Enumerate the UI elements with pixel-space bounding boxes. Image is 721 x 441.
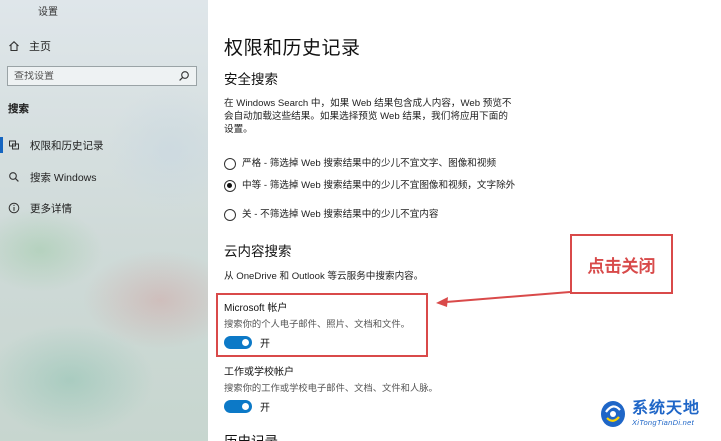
home-nav-item[interactable]: 主页 [8,38,51,54]
app-title: 设置 [38,7,58,18]
option-label: 严格 - 筛选掉 Web 搜索结果中的少儿不宜文字、图像和视频 [242,158,497,169]
microsoft-account-toggle[interactable] [224,336,252,349]
toggle-state-label: 开 [260,403,270,414]
cloud-search-heading: 云内容搜索 [224,244,292,259]
sidebar: 设置 主页 搜索 权限和历史记录 搜索 Windows [0,0,208,441]
watermark-logo-icon [601,401,625,427]
microsoft-account-subtitle: 搜索你的个人电子邮件、照片、文档和文件。 [224,319,410,329]
sidebar-item-permissions-history[interactable]: 权限和历史记录 [0,135,104,155]
settings-search-input[interactable] [14,70,178,82]
option-label: 中等 - 筛选掉 Web 搜索结果中的少儿不宜图像和视频，文字除外 [242,180,516,191]
safe-search-heading: 安全搜索 [224,72,278,87]
safe-search-option-strict[interactable]: 严格 - 筛选掉 Web 搜索结果中的少儿不宜文字、图像和视频 [224,157,532,170]
main-content: 权限和历史记录 安全搜索 在 Windows Search 中，如果 Web 结… [208,0,721,441]
permissions-icon [9,140,19,150]
sidebar-section-label: 搜索 [8,103,29,115]
microsoft-account-toggle-row[interactable]: 开 [224,335,270,350]
watermark-sub-text: XiTongTianDi.net [632,417,694,427]
option-label: 关 - 不筛选掉 Web 搜索结果中的少儿不宜内容 [242,209,439,220]
radio-button-selected[interactable] [224,180,236,192]
sidebar-item-label: 更多详情 [30,202,72,215]
settings-search-box[interactable] [7,66,197,86]
cloud-search-description: 从 OneDrive 和 Outlook 等云服务中搜索内容。 [224,271,424,282]
search-icon[interactable] [178,70,190,82]
description-line: 会自动加载这些结果。如果选择预览 Web 结果，我们将应用下面的 [224,111,508,122]
work-account-title: 工作或学校帐户 [224,367,294,378]
radio-button[interactable] [224,158,236,170]
radio-button[interactable] [224,209,236,221]
home-label: 主页 [29,41,51,53]
history-heading: 历史记录 [224,430,278,441]
toggle-state-label: 开 [260,339,270,350]
work-account-toggle-row[interactable]: 开 [224,399,270,414]
microsoft-account-title: Microsoft 帐户 [224,303,288,314]
description-line: 在 Windows Search 中，如果 Web 结果包含成人内容，Web 预… [224,98,512,109]
watermark-main-text: 系统天地 [632,399,701,417]
search-icon [9,172,19,182]
annotation-arrow [436,291,571,307]
sidebar-item-search-windows[interactable]: 搜索 Windows [0,167,97,187]
home-icon [9,41,19,52]
work-account-toggle[interactable] [224,400,252,413]
annotation-callout: 点击关闭 [570,234,673,294]
site-watermark: 系统天地 XiTongTianDi.net [598,396,700,430]
safe-search-option-off[interactable]: 关 - 不筛选掉 Web 搜索结果中的少儿不宜内容 [224,208,532,221]
work-account-subtitle: 搜索你的工作或学校电子邮件、文档、文件和人脉。 [224,383,438,393]
sidebar-item-label: 搜索 Windows [30,171,97,184]
page-title: 权限和历史记录 [224,38,361,59]
info-icon [8,202,20,214]
safe-search-description: 在 Windows Search 中，如果 Web 结果包含成人内容，Web 预… [224,97,512,136]
description-line: 设置。 [224,124,253,135]
sidebar-item-more-details[interactable]: 更多详情 [0,198,72,218]
safe-search-option-moderate[interactable]: 中等 - 筛选掉 Web 搜索结果中的少儿不宜图像和视频，文字除外 [224,179,532,192]
sidebar-item-label: 权限和历史记录 [30,139,104,152]
